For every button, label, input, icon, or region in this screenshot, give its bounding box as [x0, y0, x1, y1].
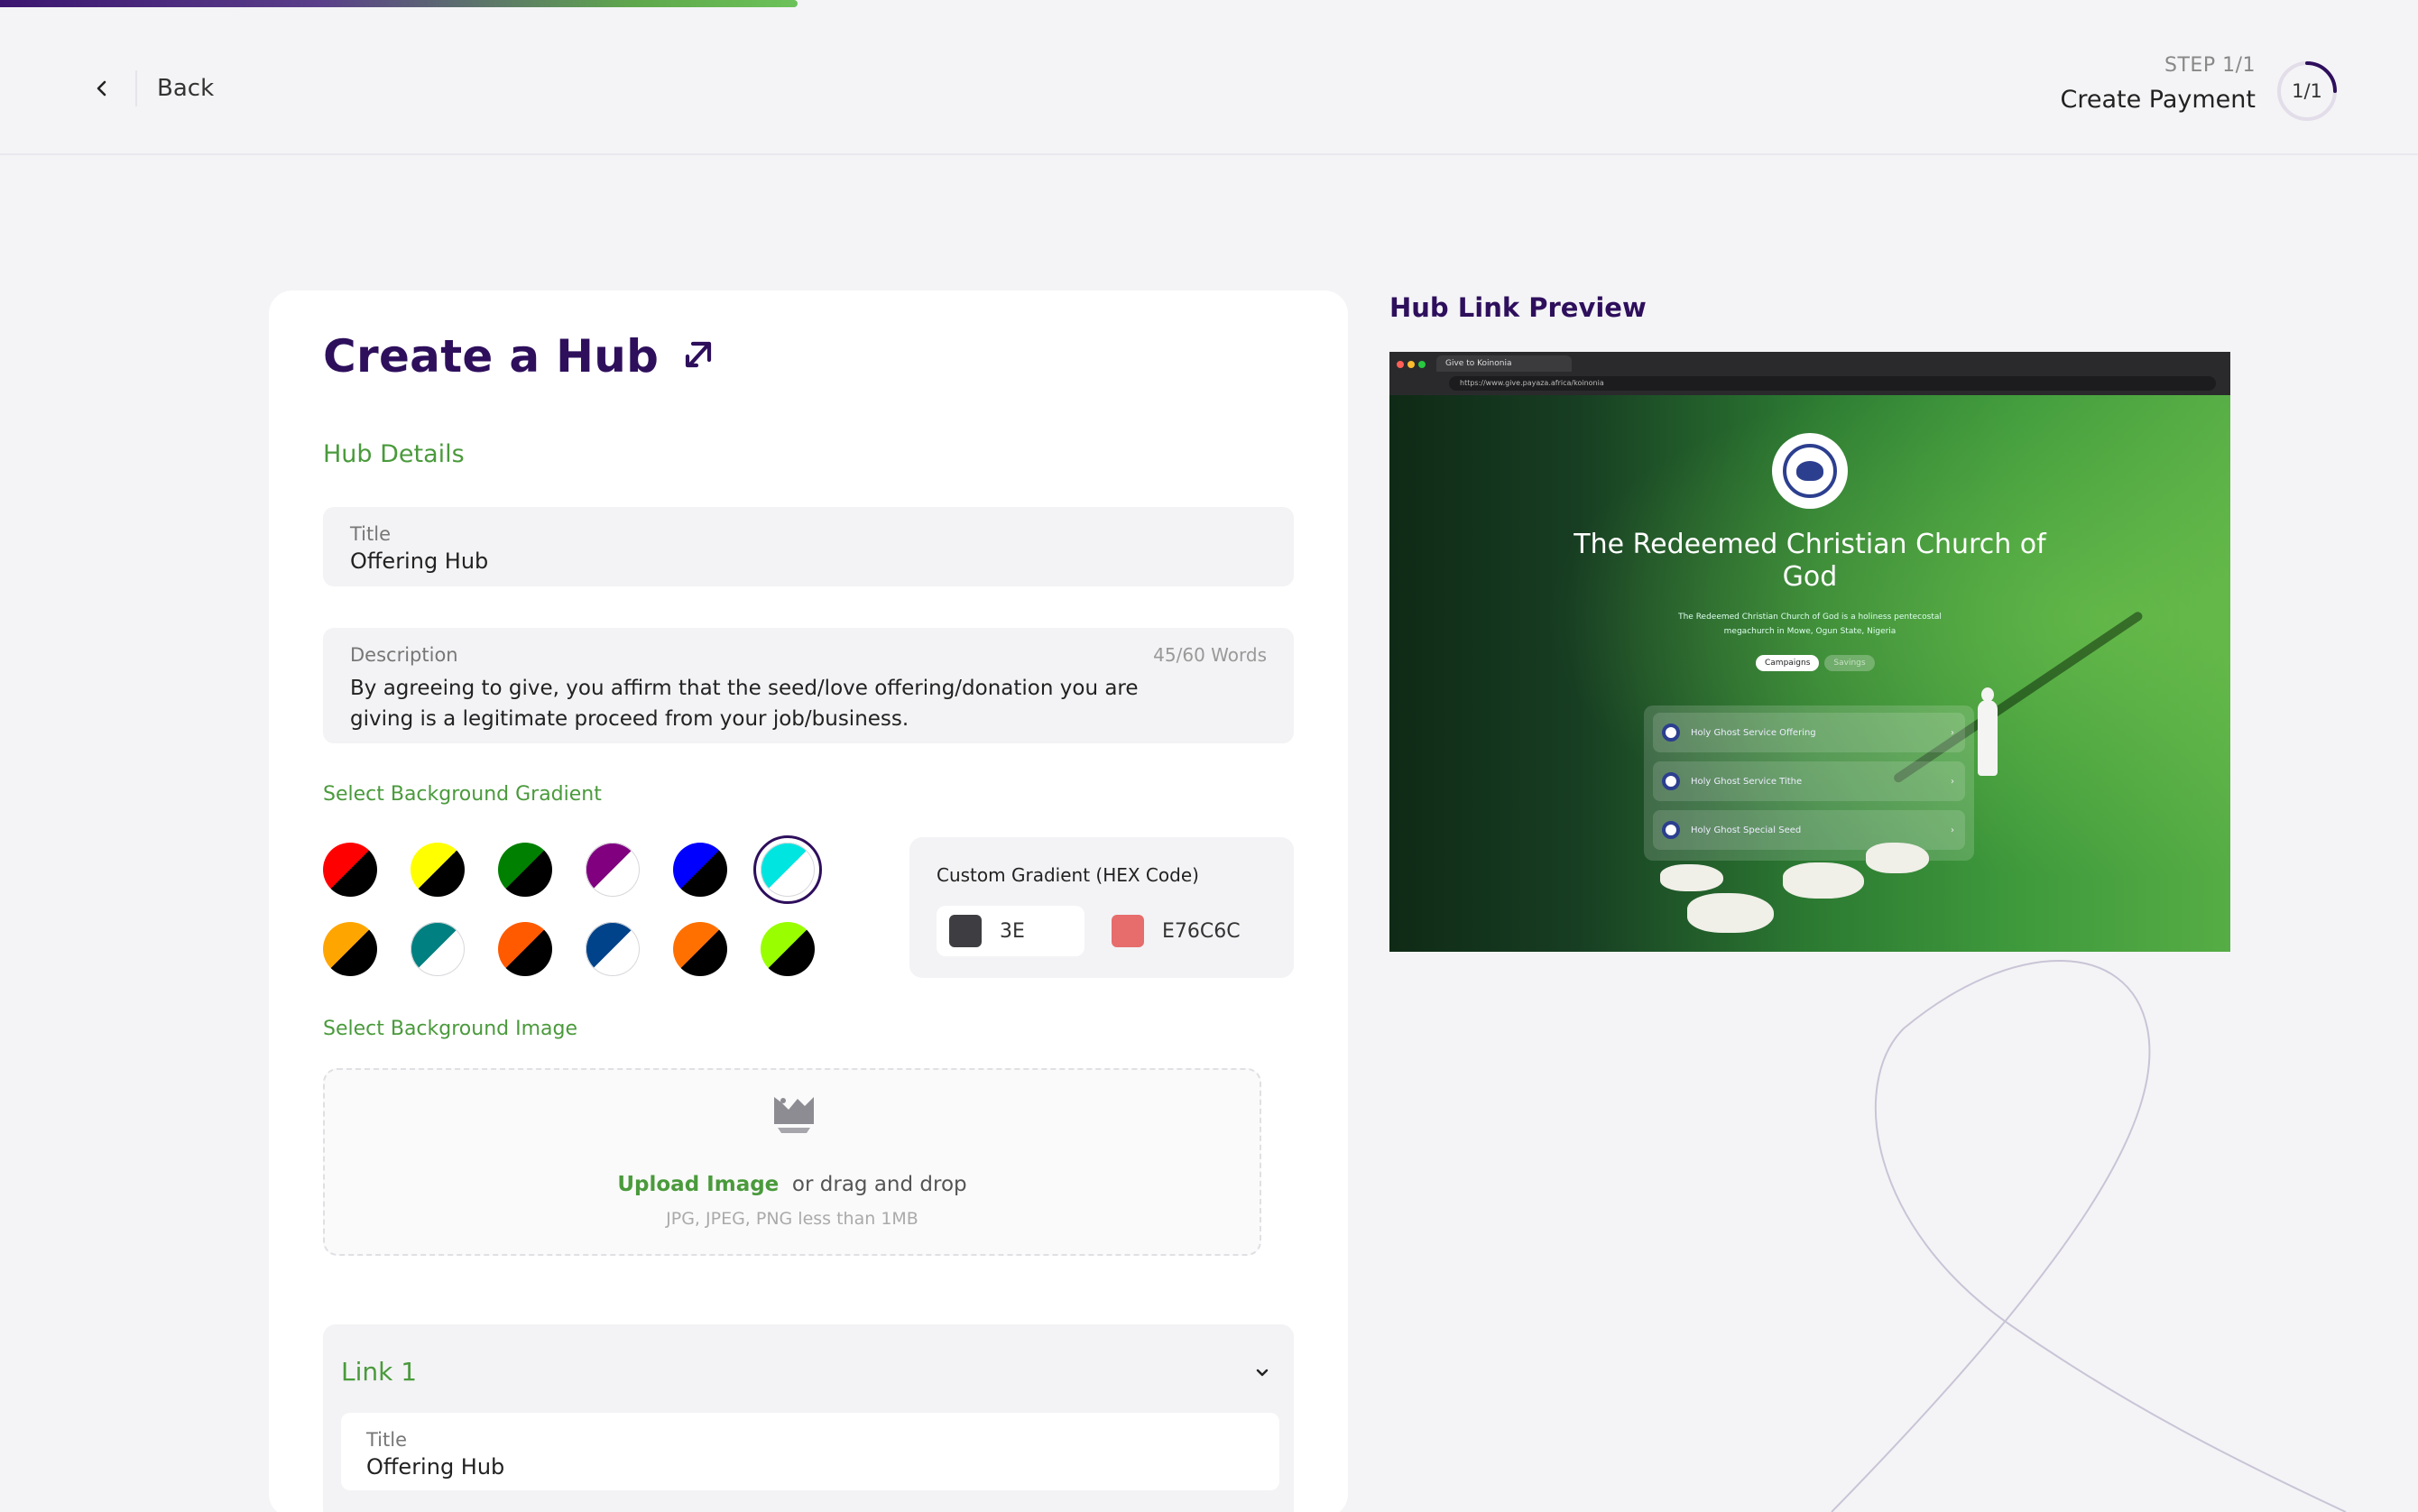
- sheep: [1783, 862, 1864, 899]
- gradient-swatch-green-black[interactable]: [498, 843, 552, 897]
- hex-input-color1[interactable]: 3E: [937, 906, 1084, 956]
- link-1-field-value[interactable]: Offering Hub: [366, 1454, 504, 1480]
- title-field-value[interactable]: Offering Hub: [350, 549, 488, 574]
- step-ring-label: 1/1: [2292, 80, 2322, 102]
- link-1-title[interactable]: Link 1: [341, 1357, 417, 1387]
- preview-tabs: Campaigns Savings: [1756, 655, 1875, 671]
- color1-swatch: [949, 915, 982, 947]
- arrow-up-right-icon: [680, 337, 716, 376]
- gradient-swatch-red-black[interactable]: [323, 843, 377, 897]
- hub-link-preview: Give to Koinonia https://www.give.payaza…: [1389, 352, 2230, 952]
- browser-bar: Give to Koinonia https://www.give.payaza…: [1389, 352, 2230, 395]
- decorative-curves: [1831, 960, 2347, 1512]
- step-title: Create Payment: [2060, 86, 2256, 114]
- gradient-swatch-orangered-black[interactable]: [498, 922, 552, 976]
- custom-gradient-box: Custom Gradient (HEX Code) 3E E76C6C: [909, 837, 1294, 978]
- color1-value[interactable]: 3E: [1000, 920, 1025, 943]
- back-label: Back: [157, 75, 215, 102]
- step-info: STEP 1/1 Create Payment: [2060, 54, 2256, 114]
- upload-instructions: Upload Image or drag and drop: [325, 1173, 1260, 1196]
- browser-url: https://www.give.payaza.africa/koinonia: [1449, 376, 2216, 391]
- gradient-swatch-purple-white[interactable]: [586, 843, 640, 897]
- preview-tab-campaigns: Campaigns: [1756, 655, 1820, 671]
- page-title: Create a Hub: [323, 330, 660, 383]
- preview-title: Hub Link Preview: [1389, 292, 1647, 323]
- gradient-swatch-yellow-black[interactable]: [411, 843, 465, 897]
- upload-hint: JPG, JPEG, PNG less than 1MB: [666, 1209, 918, 1229]
- card-title-row: Create a Hub: [323, 330, 716, 383]
- color2-value[interactable]: E76C6C: [1162, 920, 1241, 943]
- custom-gradient-title: Custom Gradient (HEX Code): [937, 864, 1199, 886]
- color2-swatch: [1112, 915, 1144, 947]
- link-1-title-field[interactable]: Title Offering Hub: [341, 1413, 1279, 1490]
- campaign-item: Holy Ghost Service Tithe ›: [1653, 761, 1965, 801]
- gradient-swatch-orange-black[interactable]: [323, 922, 377, 976]
- gradient-swatch-lime-black[interactable]: [761, 922, 815, 976]
- description-field[interactable]: Description 45/60 Words By agreeing to g…: [323, 628, 1294, 743]
- sheep: [1687, 893, 1774, 933]
- church-name: The Redeemed Christian Church of God: [1574, 529, 2046, 593]
- chevron-left-icon: [87, 73, 117, 104]
- gradient-heading: Select Background Gradient: [323, 783, 602, 806]
- back-divider: [135, 70, 137, 106]
- description-word-count: 45/60 Words: [1153, 644, 1267, 666]
- background-image-heading: Select Background Image: [323, 1018, 578, 1040]
- hex-input-color2[interactable]: E76C6C: [1099, 906, 1270, 956]
- minimize-dot: [1407, 361, 1415, 368]
- upload-drag-text: or drag and drop: [791, 1173, 967, 1196]
- sheep: [1866, 843, 1929, 873]
- church-description: The Redeemed Christian Church of God is …: [1678, 613, 1942, 636]
- gradient-swatch-darkorange-black[interactable]: [673, 922, 727, 976]
- campaign-item: Holy Ghost Service Offering ›: [1653, 713, 1965, 752]
- top-progress-fill: [0, 0, 798, 7]
- description-field-label: Description: [350, 644, 458, 666]
- campaign-list: Holy Ghost Service Offering › Holy Ghost…: [1644, 705, 1974, 861]
- hub-details-heading: Hub Details: [323, 440, 465, 468]
- step-count: STEP 1/1: [2164, 54, 2256, 77]
- create-hub-card: Create a Hub Hub Details Title Offering …: [269, 290, 1348, 1512]
- gradient-swatch-teal-white[interactable]: [411, 922, 465, 976]
- link-1-panel: Link 1 Title Offering Hub: [323, 1324, 1294, 1512]
- preview-tab-savings: Savings: [1824, 655, 1875, 671]
- close-dot: [1397, 361, 1404, 368]
- back-button[interactable]: Back: [87, 61, 214, 115]
- image-upload-dropzone[interactable]: Upload Image or drag and drop JPG, JPEG,…: [323, 1068, 1261, 1256]
- link-1-field-label: Title: [366, 1429, 408, 1451]
- gradient-swatch-blue-black[interactable]: [673, 843, 727, 897]
- shepherd-figure: [1978, 700, 1998, 776]
- header: Back STEP 1/1 Create Payment 1/1: [0, 7, 2418, 155]
- maximize-dot: [1418, 361, 1426, 368]
- gradient-swatch-cyan-white[interactable]: [761, 843, 815, 897]
- gradient-swatch-navy-white[interactable]: [586, 922, 640, 976]
- step-progress-ring: 1/1: [2275, 60, 2339, 123]
- campaign-item: Holy Ghost Special Seed ›: [1653, 810, 1965, 850]
- top-progress-bar: [0, 0, 2418, 7]
- sheep: [1660, 864, 1723, 891]
- browser-tab: Give to Koinonia: [1436, 355, 1572, 372]
- title-field[interactable]: Title Offering Hub: [323, 507, 1294, 586]
- title-field-label: Title: [350, 523, 392, 545]
- chevron-down-icon[interactable]: [1252, 1362, 1272, 1382]
- description-field-value[interactable]: By agreeing to give, you affirm that the…: [350, 673, 1204, 734]
- upload-image-link[interactable]: Upload Image: [617, 1173, 779, 1196]
- image-icon: [771, 1092, 817, 1137]
- church-logo: [1772, 433, 1848, 509]
